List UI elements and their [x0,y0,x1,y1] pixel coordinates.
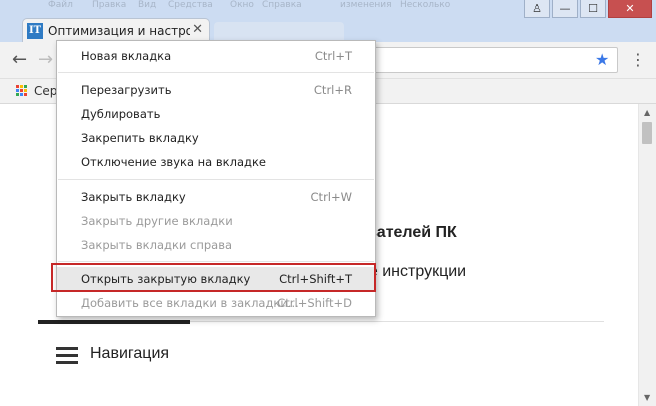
menu-item-shortcut: Ctrl+W [310,190,352,204]
forward-arrow-icon[interactable]: → [38,50,53,70]
site-favicon-icon: IT [27,23,43,39]
menu-item-duplicate[interactable]: Дублировать [57,102,375,126]
background-text: Окно [230,0,254,10]
close-window-button[interactable]: ✕ [608,0,652,18]
menu-item-shortcut: Ctrl+Shift+D [277,296,352,310]
background-text: изменения [340,0,392,10]
apps-grid-icon[interactable] [16,85,27,96]
menu-item-close-other-tabs[interactable]: Закрыть другие вкладки [57,209,375,233]
hamburger-line [56,361,78,364]
menu-item-new-tab[interactable]: Новая вкладка Ctrl+T [57,44,375,68]
page-scrollbar[interactable]: ▲ ▼ [638,104,656,406]
background-text: Файл [48,0,73,10]
apps-dot [20,93,23,96]
menu-item-close-tabs-right[interactable]: Закрыть вкладки справа [57,233,375,257]
tab-context-menu: Новая вкладка Ctrl+T Перезагрузить Ctrl+… [56,40,376,317]
window-controls: ♙ — ☐ ✕ [522,0,652,18]
apps-dot [20,85,23,88]
hamburger-line [56,354,78,357]
navigation-label[interactable]: Навигация [90,343,169,365]
menu-item-pin-tab[interactable]: Закрепить вкладку [57,126,375,150]
hamburger-line [56,347,78,350]
menu-item-bookmark-all-tabs[interactable]: Добавить все вкладки в закладки... Ctrl+… [57,291,375,315]
menu-item-shortcut: Ctrl+T [314,49,352,63]
background-text: Справка [262,0,302,10]
menu-item-label: Отключение звука на вкладке [81,155,266,169]
menu-item-label: Закрыть другие вкладки [81,214,233,228]
menu-separator [58,261,374,262]
user-icon[interactable]: ♙ [524,0,550,18]
menu-item-label: Новая вкладка [81,49,172,63]
apps-dot [16,85,19,88]
apps-dot [20,89,23,92]
scroll-thumb[interactable] [642,122,652,144]
menu-item-reload[interactable]: Перезагрузить Ctrl+R [57,78,375,102]
menu-separator [58,72,374,73]
tab-title: Оптимизация и настрой [48,24,190,38]
hamburger-menu-icon[interactable] [56,347,78,364]
tab-close-icon[interactable]: ✕ [192,22,203,38]
bookmark-star-icon[interactable]: ★ [595,51,609,69]
menu-item-label: Перезагрузить [81,83,172,97]
scroll-up-icon[interactable]: ▲ [644,108,650,117]
menu-item-label: Закрепить вкладку [81,131,199,145]
apps-dot [24,85,27,88]
minimize-button[interactable]: — [552,0,578,18]
title-bar: Файл Правка Вид Средства Окно Справка из… [0,0,656,42]
menu-item-label: Дублировать [81,107,161,121]
menu-item-label: Открыть закрытую вкладку [81,272,251,286]
background-text: Правка [92,0,127,10]
back-arrow-icon[interactable]: ← [12,50,27,70]
bookmark-services[interactable]: Сер [34,83,57,99]
apps-dot [16,89,19,92]
apps-dot [16,93,19,96]
menu-item-mute-tab[interactable]: Отключение звука на вкладке [57,150,375,174]
menu-separator [58,179,374,180]
more-menu-icon[interactable]: ⋮ [630,51,646,69]
background-text: Вид [138,0,157,10]
menu-item-label: Закрыть вкладки справа [81,238,233,252]
maximize-button[interactable]: ☐ [580,0,606,18]
apps-dot [24,89,27,92]
active-tab[interactable]: IT Оптимизация и настрой ✕ [22,18,210,42]
divider-dark [38,320,190,324]
menu-item-close-tab[interactable]: Закрыть вкладку Ctrl+W [57,185,375,209]
menu-item-label: Закрыть вкладку [81,190,186,204]
apps-dot [24,93,27,96]
menu-item-shortcut: Ctrl+R [313,83,352,97]
background-text: Средства [168,0,213,10]
background-tab[interactable] [214,22,344,42]
background-text: Несколько [400,0,451,10]
menu-item-label: Добавить все вкладки в закладки... [81,296,299,310]
scroll-down-icon[interactable]: ▼ [644,393,650,402]
divider-light [190,321,604,322]
menu-item-reopen-closed-tab[interactable]: Открыть закрытую вкладку Ctrl+Shift+T [57,267,375,291]
menu-item-shortcut: Ctrl+Shift+T [279,272,352,286]
